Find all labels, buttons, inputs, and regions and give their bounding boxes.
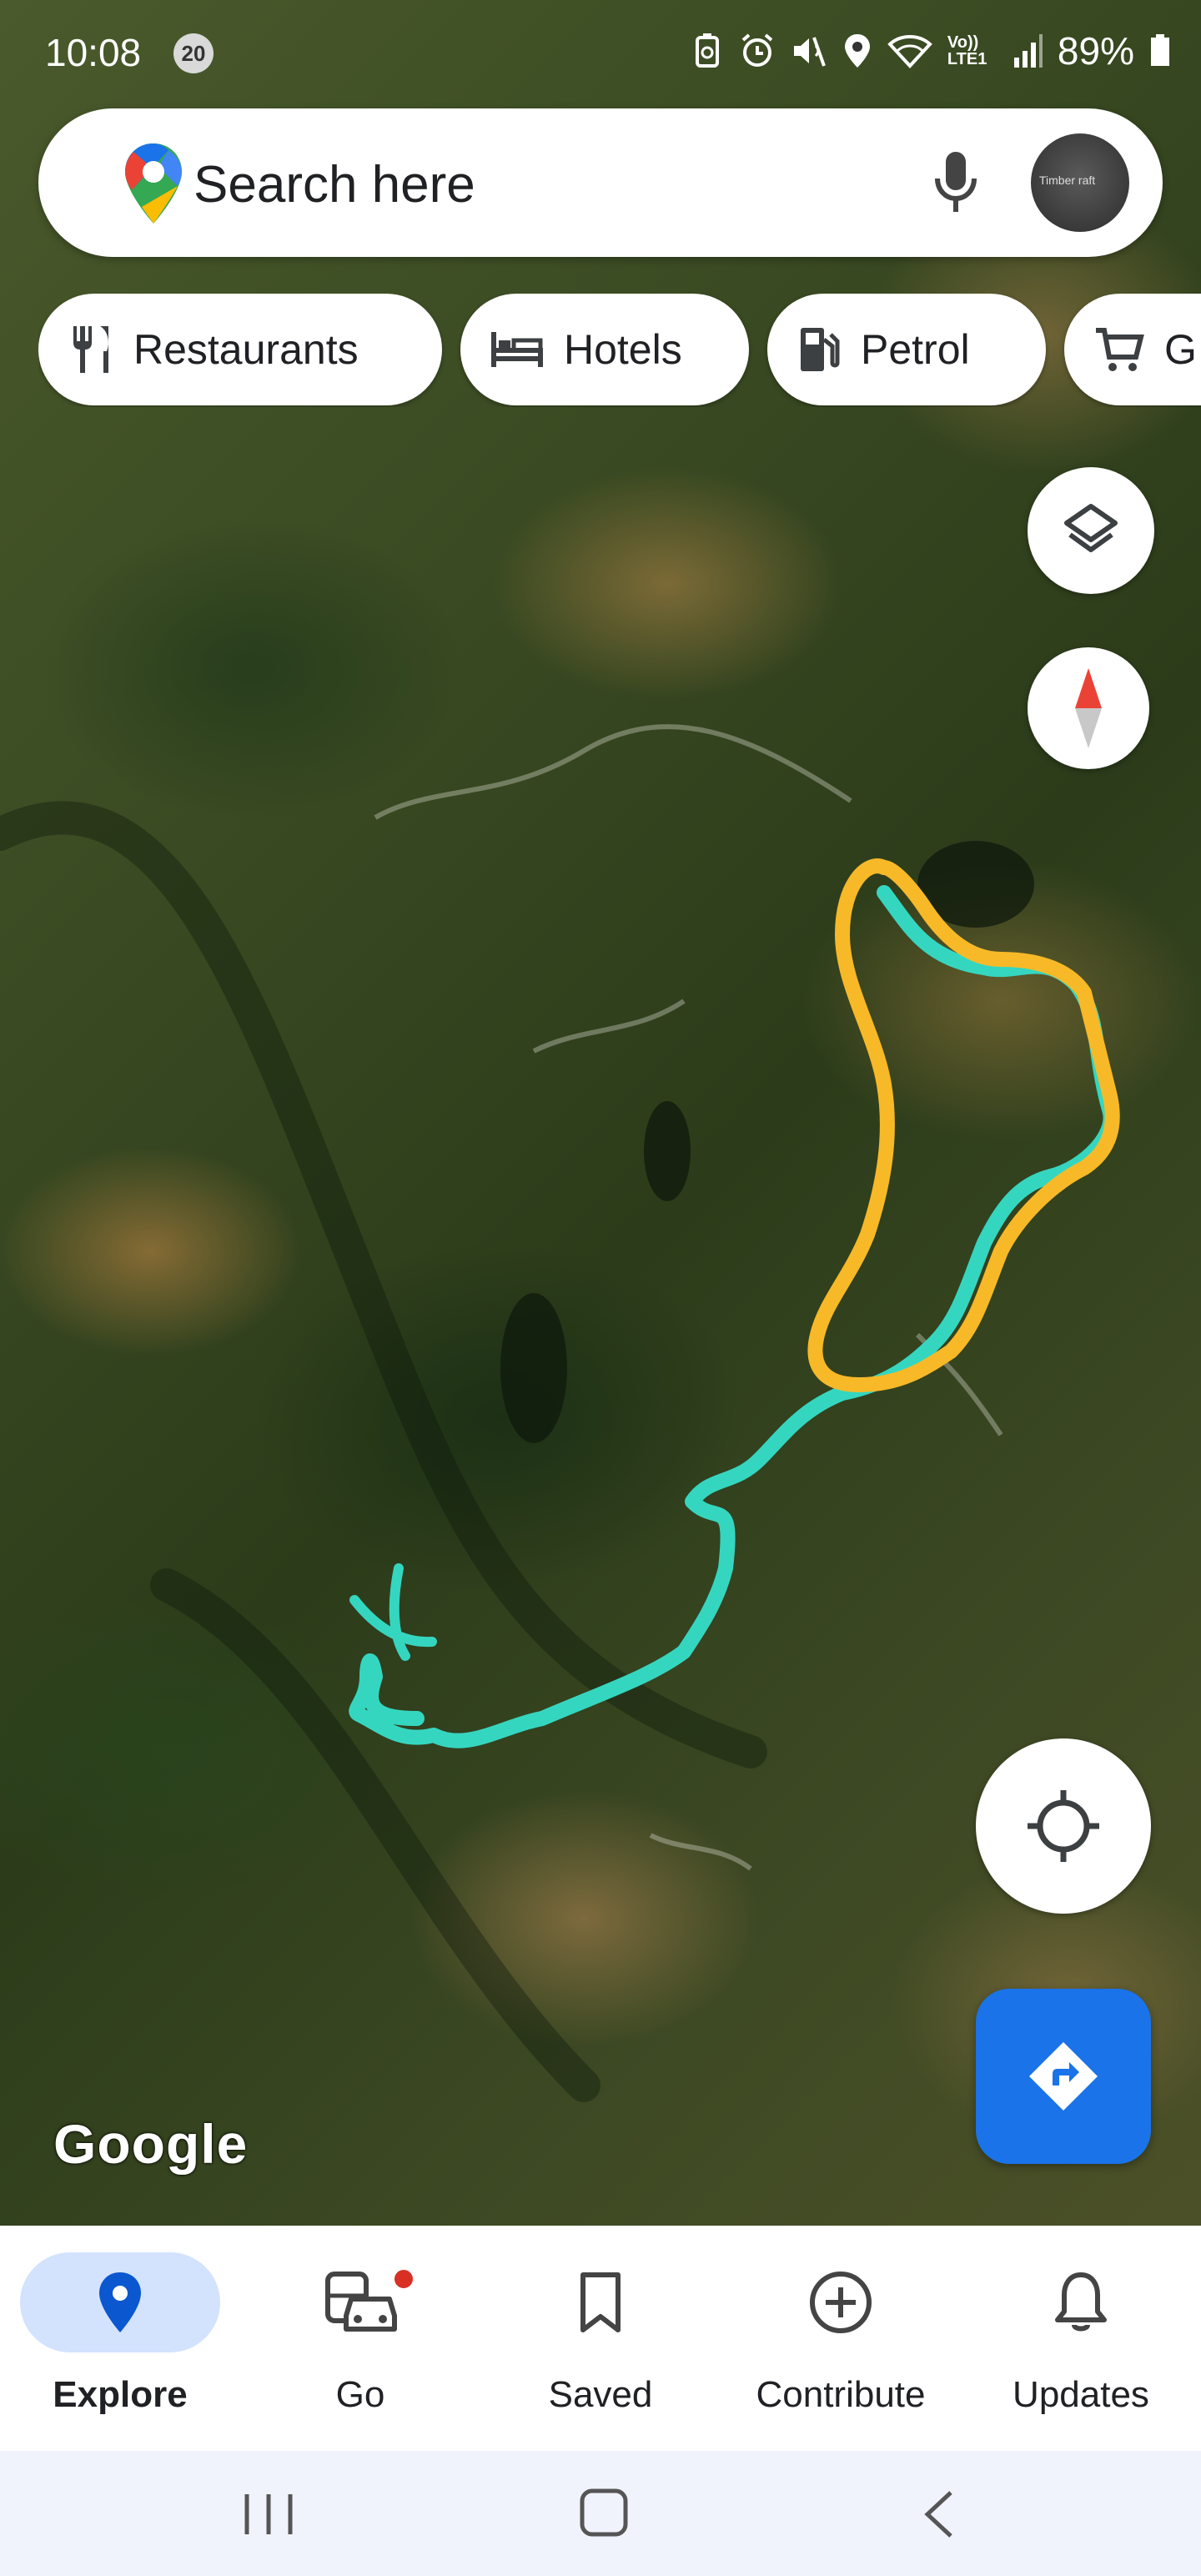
my-location-icon [1028,1790,1099,1862]
search-bar[interactable]: Search here Timber raft [38,108,1163,257]
nav-explore-indicator [20,2252,220,2352]
chip-petrol[interactable]: Petrol [767,294,1046,405]
nav-saved[interactable]: Saved [480,2237,721,2438]
status-icons: Vo)) LTE1 89% [691,28,1171,73]
nav-explore[interactable]: Explore [0,2237,240,2438]
cart-icon [1096,328,1144,371]
status-bar: 10:08 20 Vo)) LTE1 89% [0,0,1201,100]
nav-contribute-icon-wrap [741,2252,941,2352]
battery-saver-icon [695,33,719,68]
chip-label: Petrol [861,326,970,373]
bottom-navigation: Explore Go Saved Contribute Updates [0,2226,1201,2451]
compass-icon [1075,668,1102,748]
battery-percent: 89% [1057,29,1134,73]
location-icon [844,34,870,68]
nav-updates-icon-wrap [981,2252,1181,2352]
layers-button[interactable] [1028,467,1154,594]
bed-icon [491,332,543,367]
fuel-pump-icon [801,328,840,371]
alarm-icon [741,33,773,67]
wifi-icon [887,35,932,68]
nav-updates[interactable]: Updates [961,2237,1201,2438]
car-bus-icon [325,2272,397,2332]
nav-label: Explore [53,2374,188,2415]
my-location-button[interactable] [976,1738,1151,1914]
lake [500,1293,567,1443]
snow-ridge [649,1833,752,1871]
nav-contribute[interactable]: Contribute [721,2237,961,2438]
fork-knife-icon [73,326,108,373]
nav-go[interactable]: Go [240,2237,480,2438]
directions-button[interactable] [976,1989,1151,2164]
lake [644,1101,691,1201]
chip-label: G [1164,326,1197,373]
notification-count-badge: 20 [173,33,214,73]
back-button[interactable] [921,2488,957,2541]
bookmark-icon [580,2272,621,2332]
signal-icon [1013,34,1043,68]
compass-button[interactable] [1028,647,1149,769]
nav-label: Saved [548,2374,653,2415]
notification-dot [392,2267,415,2291]
avatar-text: Timber raft [1039,174,1096,187]
chip-label: Hotels [564,326,682,373]
mute-icon [793,37,826,67]
snow-ridge [532,999,686,1054]
nav-label: Contribute [756,2374,926,2415]
nav-go-icon-wrap [260,2252,460,2352]
category-chips: Restaurants Hotels Petrol G [38,294,1201,407]
layers-icon [1064,504,1118,552]
volte-indicator: Vo)) LTE1 [947,33,987,68]
recent-apps-button[interactable] [242,2489,295,2539]
nav-label: Updates [1013,2374,1149,2415]
chip-hotels[interactable]: Hotels [460,294,749,405]
microphone-icon[interactable] [932,150,979,217]
home-button[interactable] [577,2486,631,2539]
battery-icon [1151,34,1169,66]
x-mark [349,1563,437,1661]
chip-label: Restaurants [133,326,359,373]
google-attribution: Google [53,2113,249,2175]
directions-icon [1029,2042,1098,2111]
account-avatar[interactable]: Timber raft [1031,133,1129,232]
chip-restaurants[interactable]: Restaurants [38,294,442,405]
nav-saved-icon-wrap [500,2252,701,2352]
valley-shadow [0,801,767,1768]
snow-ridge [374,724,852,820]
bell-icon [1055,2272,1107,2332]
add-circle-icon [810,2272,872,2333]
chip-groceries[interactable]: G [1064,294,1201,405]
google-maps-logo-icon [125,143,182,224]
status-time: 10:08 [45,31,142,74]
search-input[interactable]: Search here [193,155,475,214]
nav-label: Go [335,2374,385,2415]
location-pin-icon [99,2272,141,2332]
teal-route-line [349,885,1118,1748]
system-navigation-bar [0,2451,1201,2576]
